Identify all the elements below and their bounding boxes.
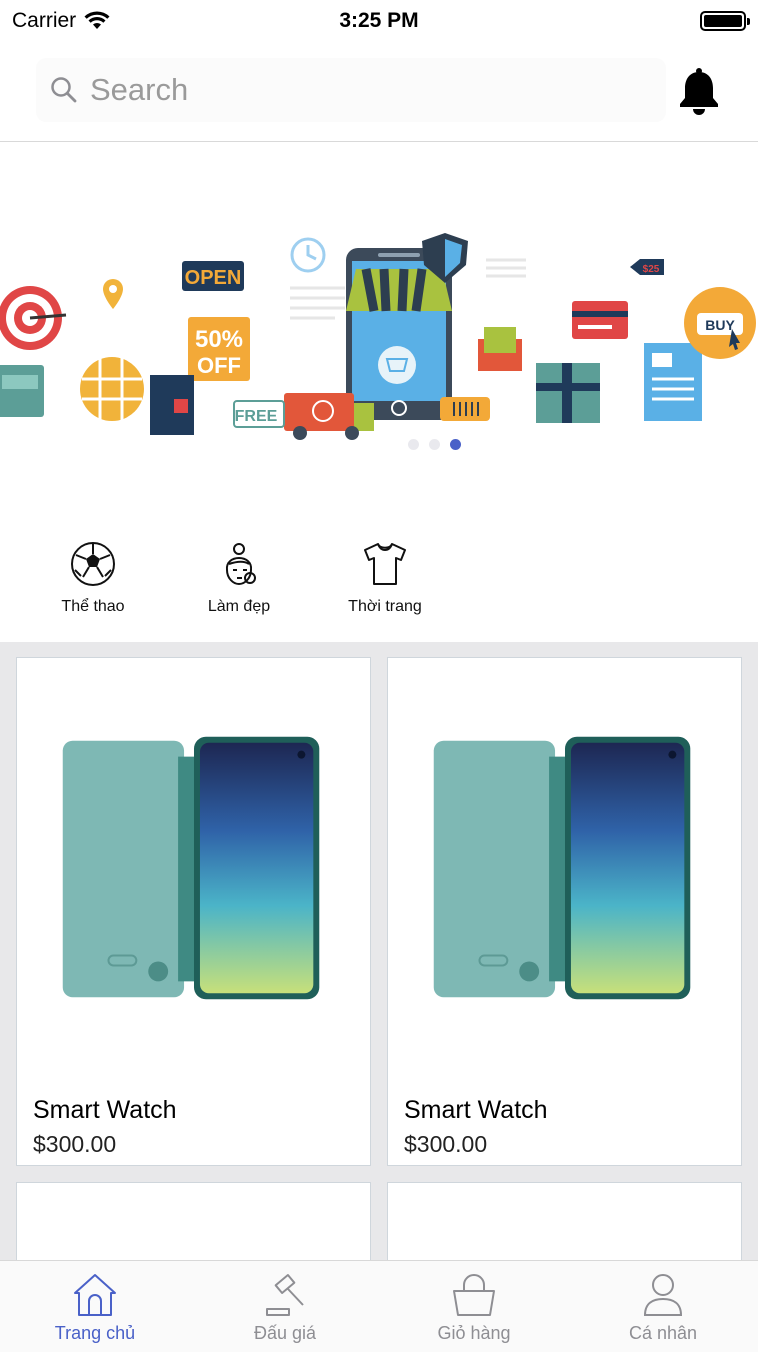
tab-label: Đấu giá bbox=[253, 1323, 317, 1343]
svg-text:50%: 50% bbox=[195, 326, 243, 353]
carousel-dot-active[interactable] bbox=[449, 439, 461, 450]
tab-cart[interactable]: Giỏ hàng bbox=[379, 1261, 569, 1352]
battery-icon bbox=[700, 11, 750, 31]
product-image bbox=[62, 736, 320, 1000]
svg-text:FREE: FREE bbox=[235, 408, 278, 425]
svg-text:OPEN: OPEN bbox=[185, 267, 242, 289]
tab-auction[interactable]: Đấu giá bbox=[190, 1261, 380, 1352]
category-sports[interactable]: Thể thao bbox=[33, 540, 153, 616]
gavel-icon bbox=[266, 1274, 304, 1316]
search-placeholder: Search bbox=[90, 72, 189, 107]
product-name: Smart Watch bbox=[33, 1096, 177, 1124]
product-grid: Smart Watch $300.00 Smart Watch $300.00 bbox=[0, 642, 758, 1262]
svg-text:BUY: BUY bbox=[705, 317, 735, 333]
carousel-dot[interactable] bbox=[407, 439, 419, 450]
search-header: Search bbox=[0, 42, 758, 142]
category-beauty[interactable]: Làm đẹp bbox=[179, 540, 299, 616]
svg-text:OFF: OFF bbox=[197, 353, 241, 378]
carousel-dots[interactable] bbox=[0, 439, 758, 450]
product-price: $300.00 bbox=[404, 1131, 488, 1157]
tab-home[interactable]: Trang chủ bbox=[0, 1261, 190, 1352]
product-card[interactable] bbox=[16, 1182, 371, 1262]
product-card[interactable]: Smart Watch $300.00 bbox=[387, 657, 742, 1166]
tab-label: Trang chủ bbox=[54, 1323, 136, 1343]
category-label: Làm đẹp bbox=[207, 598, 271, 615]
svg-text:$25: $25 bbox=[643, 264, 660, 275]
user-icon bbox=[643, 1274, 683, 1316]
category-fashion[interactable]: Thời trang bbox=[325, 540, 445, 616]
category-label: Thể thao bbox=[61, 598, 125, 615]
target-icon bbox=[0, 286, 67, 350]
carousel-dot[interactable] bbox=[428, 439, 440, 450]
product-image bbox=[433, 736, 691, 1000]
tab-label: Cá nhân bbox=[628, 1323, 698, 1343]
status-bar: Carrier 3:25 PM bbox=[0, 0, 758, 42]
ecommerce-illustration: OPEN 50% OFF FREE $25 BUY bbox=[0, 233, 756, 440]
product-card[interactable] bbox=[387, 1182, 742, 1262]
home-icon bbox=[74, 1274, 116, 1316]
promo-banner[interactable]: OPEN 50% OFF FREE $25 BUY bbox=[0, 143, 758, 505]
category-label: Thời trang bbox=[348, 598, 422, 615]
product-name: Smart Watch bbox=[404, 1096, 548, 1124]
soccer-ball-icon bbox=[71, 542, 115, 586]
category-row: Thể thao Làm đẹp Thời trang bbox=[0, 520, 758, 642]
product-price: $300.00 bbox=[33, 1131, 117, 1157]
tab-bar: Trang chủ Đấu giá Giỏ hàng Cá nhân bbox=[0, 1260, 758, 1352]
search-icon bbox=[51, 77, 77, 103]
tab-profile[interactable]: Cá nhân bbox=[568, 1261, 758, 1352]
clock: 3:25 PM bbox=[339, 9, 419, 32]
basket-icon bbox=[453, 1274, 495, 1316]
product-card[interactable]: Smart Watch $300.00 bbox=[16, 657, 371, 1166]
bell-icon[interactable] bbox=[676, 66, 722, 116]
tab-label: Giỏ hàng bbox=[437, 1323, 511, 1343]
search-input[interactable]: Search bbox=[36, 58, 666, 122]
woman-face-icon bbox=[225, 543, 256, 586]
t-shirt-icon bbox=[364, 543, 406, 585]
